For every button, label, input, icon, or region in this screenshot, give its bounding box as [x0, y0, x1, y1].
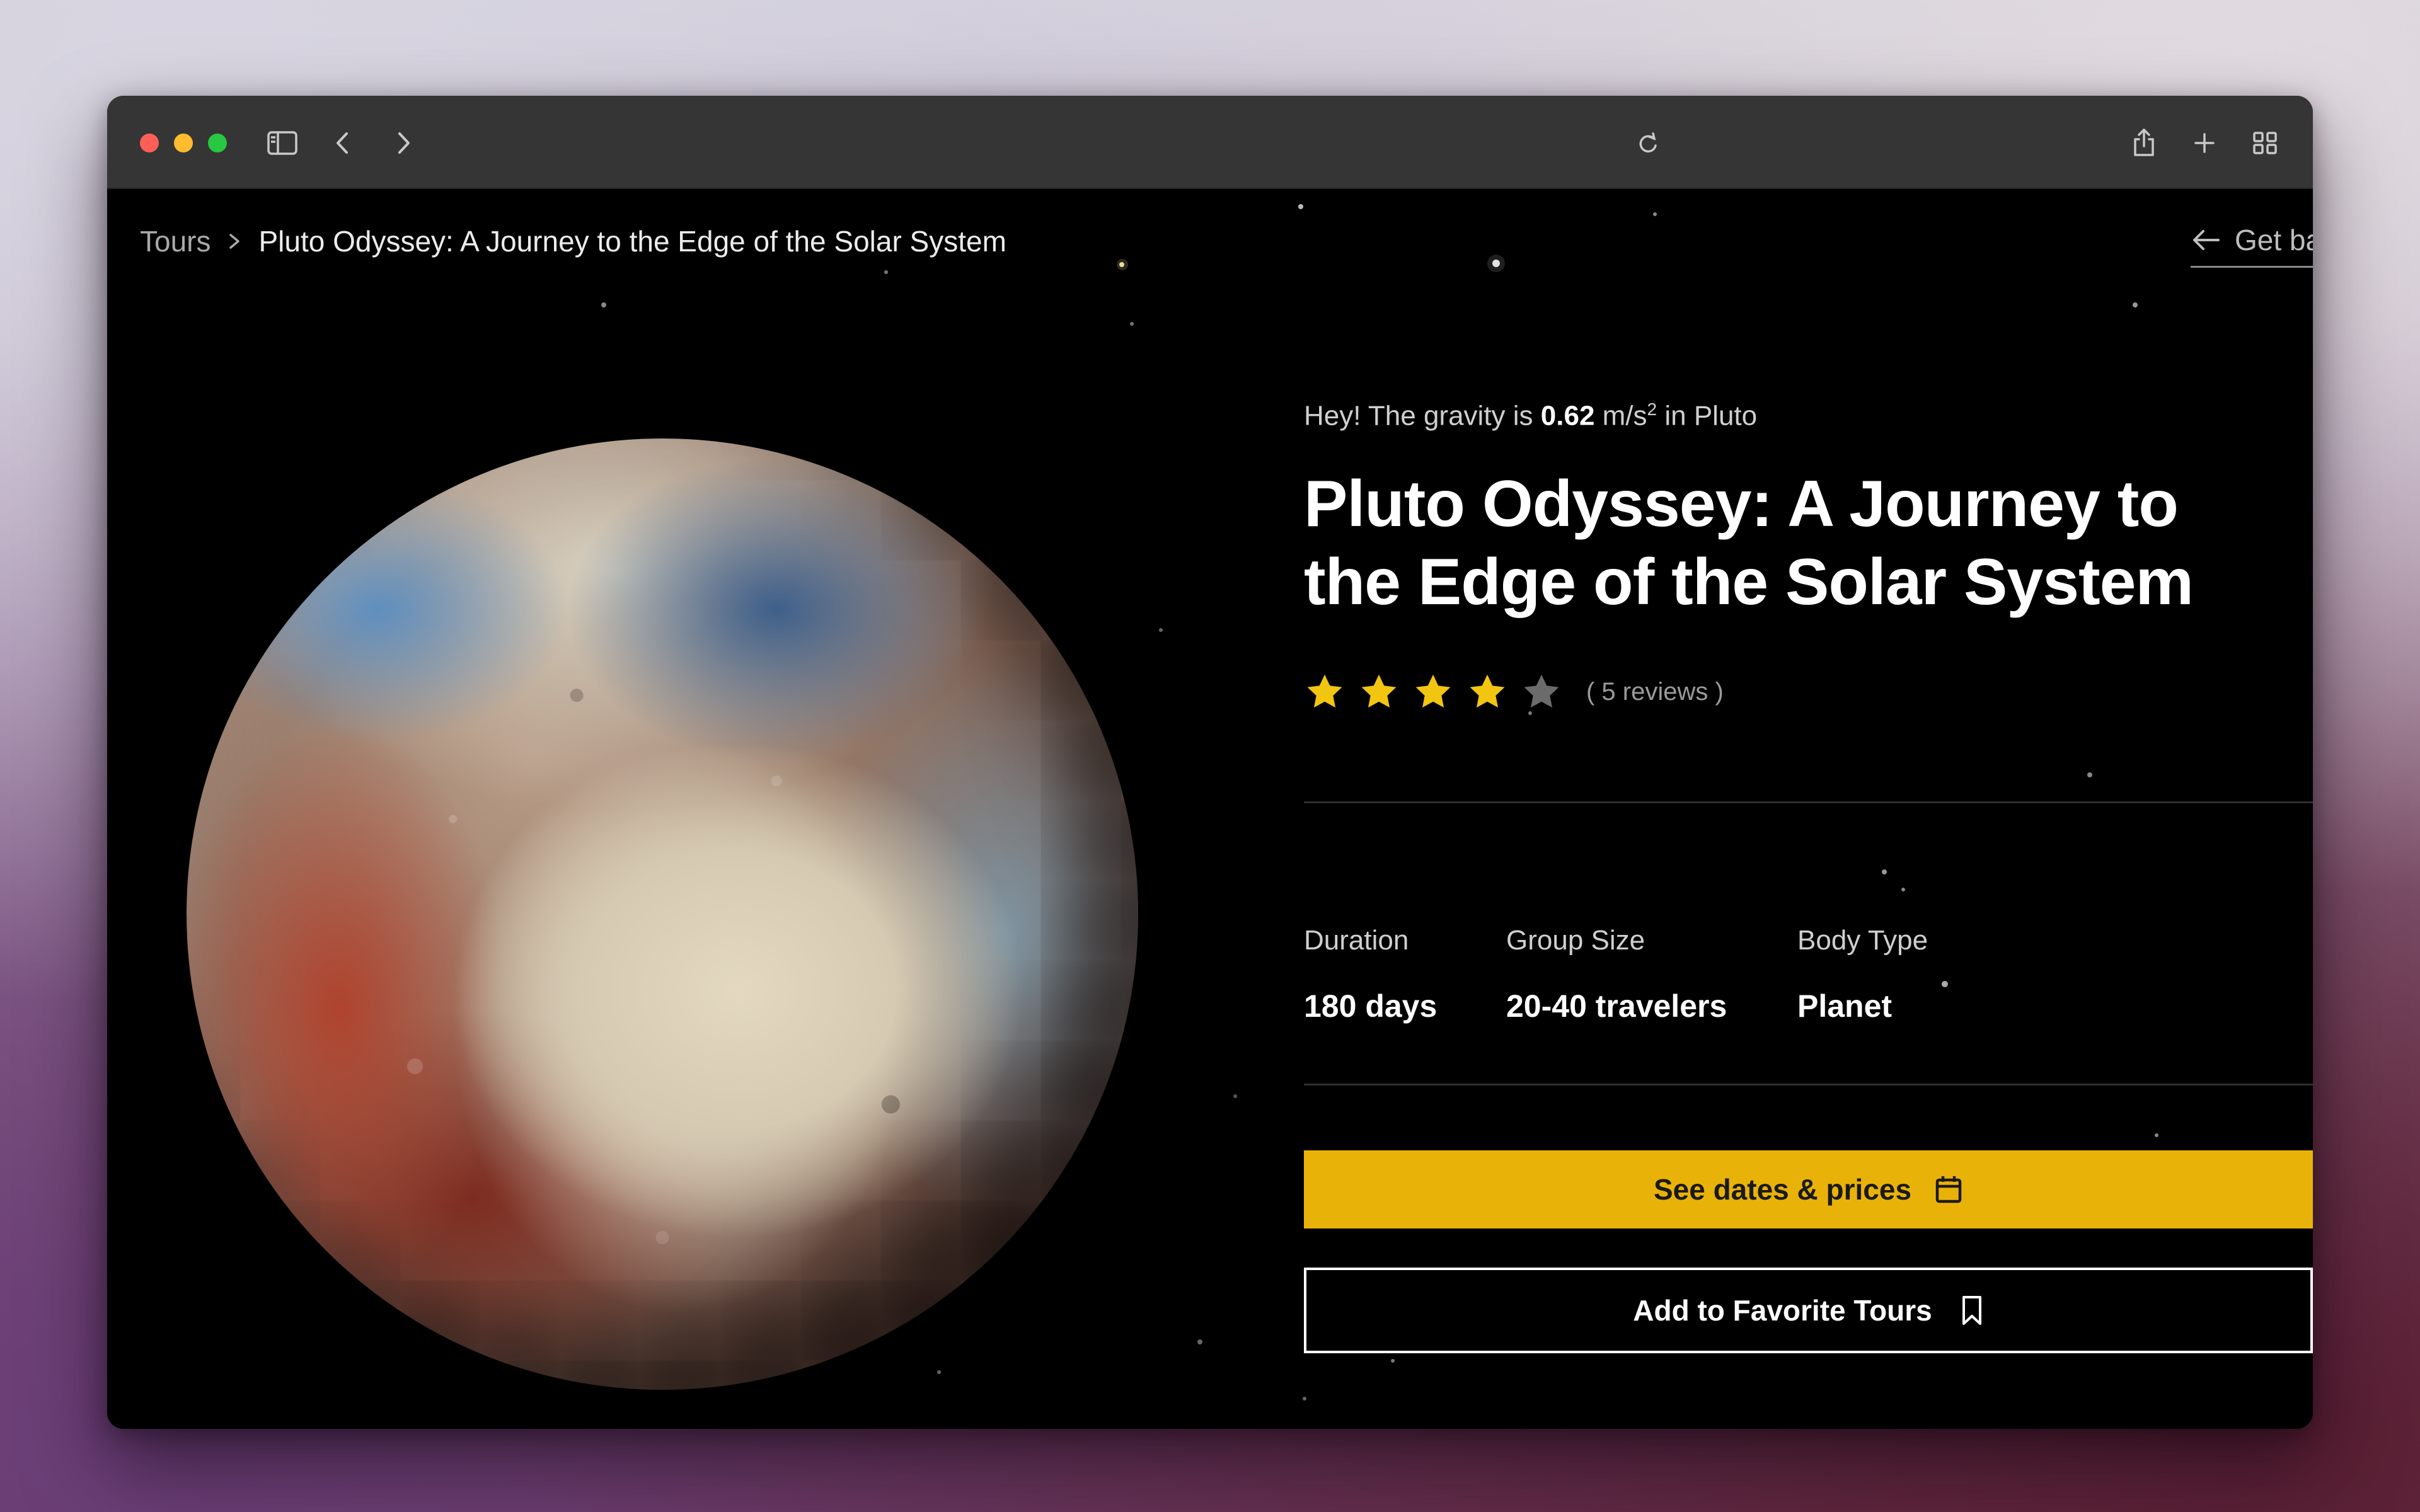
gravity-exponent: 2 — [1647, 399, 1657, 419]
sidebar-icon[interactable] — [266, 127, 299, 159]
stat-body-type: Body Type Planet — [1797, 925, 1928, 1024]
tour-info: Hey! The gravity is 0.62 m/s2 in Pluto P… — [1304, 189, 2313, 1429]
plus-icon[interactable] — [2188, 127, 2221, 159]
share-icon[interactable] — [2128, 127, 2160, 159]
stat-value: 180 days — [1304, 988, 1438, 1024]
stat-duration: Duration 180 days — [1304, 925, 1437, 1024]
close-window-button[interactable] — [140, 134, 159, 152]
star-icon — [1307, 674, 1342, 708]
maximize-window-button[interactable] — [208, 134, 227, 152]
divider — [1304, 801, 2313, 803]
divider — [1304, 1084, 2313, 1085]
see-dates-prices-button[interactable]: See dates & prices — [1304, 1150, 2313, 1228]
gravity-note: Hey! The gravity is 0.62 m/s2 in Pluto — [1304, 399, 1757, 432]
star-icon — [1524, 674, 1559, 708]
star-icon — [1470, 674, 1505, 708]
bookmark-icon — [1962, 1296, 1981, 1325]
add-to-favorite-tours-button[interactable]: Add to Favorite Tours — [1304, 1268, 2313, 1353]
see-dates-prices-label: See dates & prices — [1653, 1173, 1912, 1206]
minimize-window-button[interactable] — [174, 134, 193, 152]
rating: ( 5 reviews ) — [1304, 672, 1724, 712]
breadcrumb: Tours Pluto Odyssey: A Journey to the Ed… — [140, 224, 1006, 258]
add-to-favorite-tours-label: Add to Favorite Tours — [1633, 1294, 1932, 1327]
gravity-suffix: in Pluto — [1664, 400, 1758, 432]
stat-value: 20-40 travelers — [1506, 988, 1727, 1024]
calendar-icon — [1935, 1176, 1962, 1203]
stat-group-size: Group Size 20-40 travelers — [1506, 925, 1727, 1024]
chevron-right-icon — [229, 234, 240, 249]
chevron-right-icon[interactable] — [387, 127, 420, 159]
gravity-value: 0.62 — [1540, 400, 1595, 432]
reload-icon[interactable] — [1632, 127, 1665, 159]
tour-detail-page: Tours Pluto Odyssey: A Journey to the Ed… — [107, 189, 2313, 1429]
chevron-left-icon[interactable] — [326, 127, 359, 159]
breadcrumb-current: Pluto Odyssey: A Journey to the Edge of … — [258, 225, 1006, 258]
gravity-unit: m/s — [1602, 400, 1647, 432]
stat-label: Body Type — [1797, 925, 1928, 956]
stat-label: Duration — [1304, 925, 1409, 956]
stat-label: Group Size — [1506, 925, 1645, 956]
tab-overview-icon[interactable] — [2249, 127, 2281, 159]
reviews-link[interactable]: ( 5 reviews ) — [1586, 678, 1724, 706]
stat-value: Planet — [1797, 988, 1893, 1024]
browser-window: Tours Pluto Odyssey: A Journey to the Ed… — [107, 96, 2313, 1429]
breadcrumb-tours-link[interactable]: Tours — [140, 224, 210, 258]
star-icon — [1415, 674, 1451, 708]
tour-title: Pluto Odyssey: A Journey to the Edge of … — [1304, 467, 2194, 619]
pluto-image — [187, 438, 1138, 1390]
gravity-prefix: Hey! The gravity is — [1304, 400, 1533, 432]
star-icon — [1361, 674, 1397, 708]
browser-toolbar — [107, 96, 2313, 189]
